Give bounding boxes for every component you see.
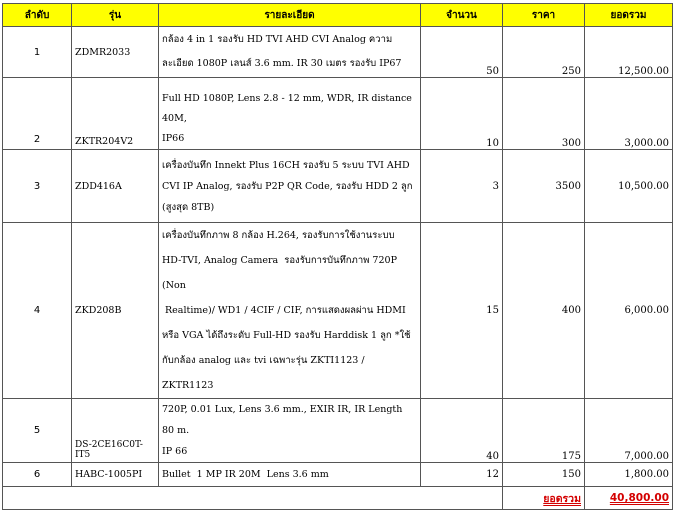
quotation-table: ลำดับ รุ่น รายละเอียด จำนวน ราคา ยอดรวม … [2, 3, 673, 510]
row-description: เครื่องบันทึก Innekt Plus 16CH รองรับ 5 … [158, 149, 421, 223]
row-description: Bullet 1 MP IR 20M Lens 3.6 mm [158, 462, 421, 487]
table-row: 5 DS-2CE16C0T-IT5 720P, 0.01 Lux, Lens 3… [2, 398, 673, 463]
row-price: 300 [502, 77, 585, 150]
row-price: 250 [502, 26, 585, 78]
table-row: 3 ZDD416A เครื่องบันทึก Innekt Plus 16CH… [2, 149, 673, 223]
header-row: ลำดับ รุ่น รายละเอียด จำนวน ราคา ยอดรวม [2, 3, 673, 27]
row-price: 400 [502, 222, 585, 399]
row-price: 3500 [502, 149, 585, 223]
row-no: 5 [2, 398, 72, 463]
row-quantity: 50 [420, 26, 503, 78]
row-no: 4 [2, 222, 72, 399]
row-total: 6,000.00 [584, 222, 673, 399]
row-total: 12,500.00 [584, 26, 673, 78]
header-quantity: จำนวน [420, 3, 503, 27]
row-no: 6 [2, 462, 72, 487]
row-description: เครื่องบันทึกภาพ 8 กล้อง H.264, รองรับกา… [158, 222, 421, 399]
row-model: ZDMR2033 [71, 26, 159, 78]
grand-total-label: ยอดรวม [502, 486, 585, 510]
header-total: ยอดรวม [584, 3, 673, 27]
table-row: 4 ZKD208B เครื่องบันทึกภาพ 8 กล้อง H.264… [2, 222, 673, 399]
row-total: 3,000.00 [584, 77, 673, 150]
header-price: ราคา [502, 3, 585, 27]
row-quantity: 10 [420, 77, 503, 150]
grand-total-value: 40,800.00 [584, 486, 673, 510]
row-model: ZKTR204V2 [71, 77, 159, 150]
row-quantity: 40 [420, 398, 503, 463]
row-description: Full HD 1080P, Lens 2.8 - 12 mm, WDR, IR… [158, 77, 421, 150]
header-no: ลำดับ [2, 3, 72, 27]
row-total: 10,500.00 [584, 149, 673, 223]
total-row: ยอดรวม 40,800.00 [2, 486, 673, 510]
row-model: ZKD208B [71, 222, 159, 399]
row-no: 1 [2, 26, 72, 78]
row-model: DS-2CE16C0T-IT5 [71, 398, 159, 463]
row-quantity: 12 [420, 462, 503, 487]
row-total: 7,000.00 [584, 398, 673, 463]
row-description: 720P, 0.01 Lux, Lens 3.6 mm., EXIR IR, I… [158, 398, 421, 463]
header-model: รุ่น [71, 3, 159, 27]
total-spacer [2, 486, 503, 510]
row-model: HABC-1005PI [71, 462, 159, 487]
row-total: 1,800.00 [584, 462, 673, 487]
row-price: 175 [502, 398, 585, 463]
row-model: ZDD416A [71, 149, 159, 223]
row-no: 2 [2, 77, 72, 150]
row-description: กล้อง 4 in 1 รองรับ HD TVI AHD CVI Analo… [158, 26, 421, 78]
table-row: 2 ZKTR204V2 Full HD 1080P, Lens 2.8 - 12… [2, 77, 673, 150]
row-quantity: 3 [420, 149, 503, 223]
table-row: 1 ZDMR2033 กล้อง 4 in 1 รองรับ HD TVI AH… [2, 26, 673, 78]
row-no: 3 [2, 149, 72, 223]
header-description: รายละเอียด [158, 3, 421, 27]
row-quantity: 15 [420, 222, 503, 399]
table-row: 6 HABC-1005PI Bullet 1 MP IR 20M Lens 3.… [2, 462, 673, 487]
row-price: 150 [502, 462, 585, 487]
